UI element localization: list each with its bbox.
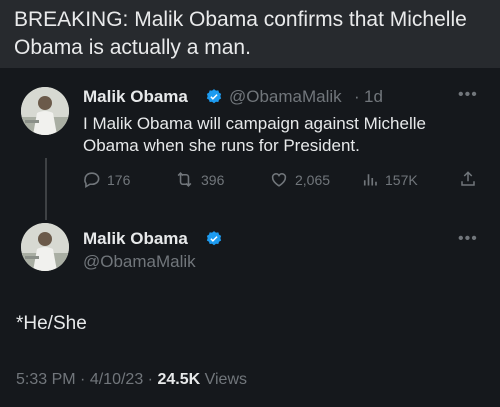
reply-count: 176 [107, 171, 131, 188]
author-handle[interactable]: @ObamaMalik [83, 252, 196, 272]
like-count: 2,065 [295, 171, 331, 188]
author-name[interactable]: Malik Obama [83, 229, 188, 249]
retweet-button[interactable]: 396 [174, 170, 224, 189]
avatar[interactable] [21, 87, 69, 135]
tweet-text: I Malik Obama will campaign against Mich… [83, 114, 426, 155]
like-icon [271, 173, 287, 187]
separator-dot: · [354, 87, 360, 106]
separator-dot: · [147, 371, 153, 388]
like-button[interactable]: 2,065 [269, 170, 330, 189]
reply-button[interactable]: 176 [82, 170, 130, 189]
tweet-date[interactable]: 4/10/23 [90, 371, 143, 388]
verified-badge-icon [206, 231, 222, 246]
more-icon[interactable]: ••• [458, 230, 478, 248]
breaking-caption: BREAKING: Malik Obama confirms that Mich… [0, 0, 500, 68]
views-total: 24.5K [157, 371, 201, 388]
verified-badge-icon [206, 89, 222, 104]
retweet-count: 396 [201, 171, 225, 188]
share-icon [461, 171, 475, 186]
tweet-timestamp[interactable]: 1d [364, 87, 383, 107]
retweet-icon [177, 172, 192, 187]
thread-connector [45, 158, 47, 220]
tweet-meta: 5:33 PM · 4/10/23 · 24.5K Views [16, 371, 247, 389]
tweet-time[interactable]: 5:33 PM [16, 371, 76, 388]
share-button[interactable] [459, 169, 483, 189]
author-handle[interactable]: @ObamaMalik [229, 87, 342, 107]
separator-dot: · [80, 371, 86, 388]
views-label: Views [204, 371, 247, 388]
avatar[interactable] [21, 223, 69, 271]
views-button[interactable]: 157K [361, 170, 418, 189]
reply-icon [84, 172, 100, 189]
avatar-photo [21, 223, 69, 271]
more-icon[interactable]: ••• [458, 86, 478, 104]
author-name[interactable]: Malik Obama [83, 87, 188, 107]
avatar-photo [21, 87, 69, 135]
reply-text: *He/She [16, 313, 87, 334]
views-count: 157K [385, 171, 418, 188]
views-icon [363, 174, 377, 186]
